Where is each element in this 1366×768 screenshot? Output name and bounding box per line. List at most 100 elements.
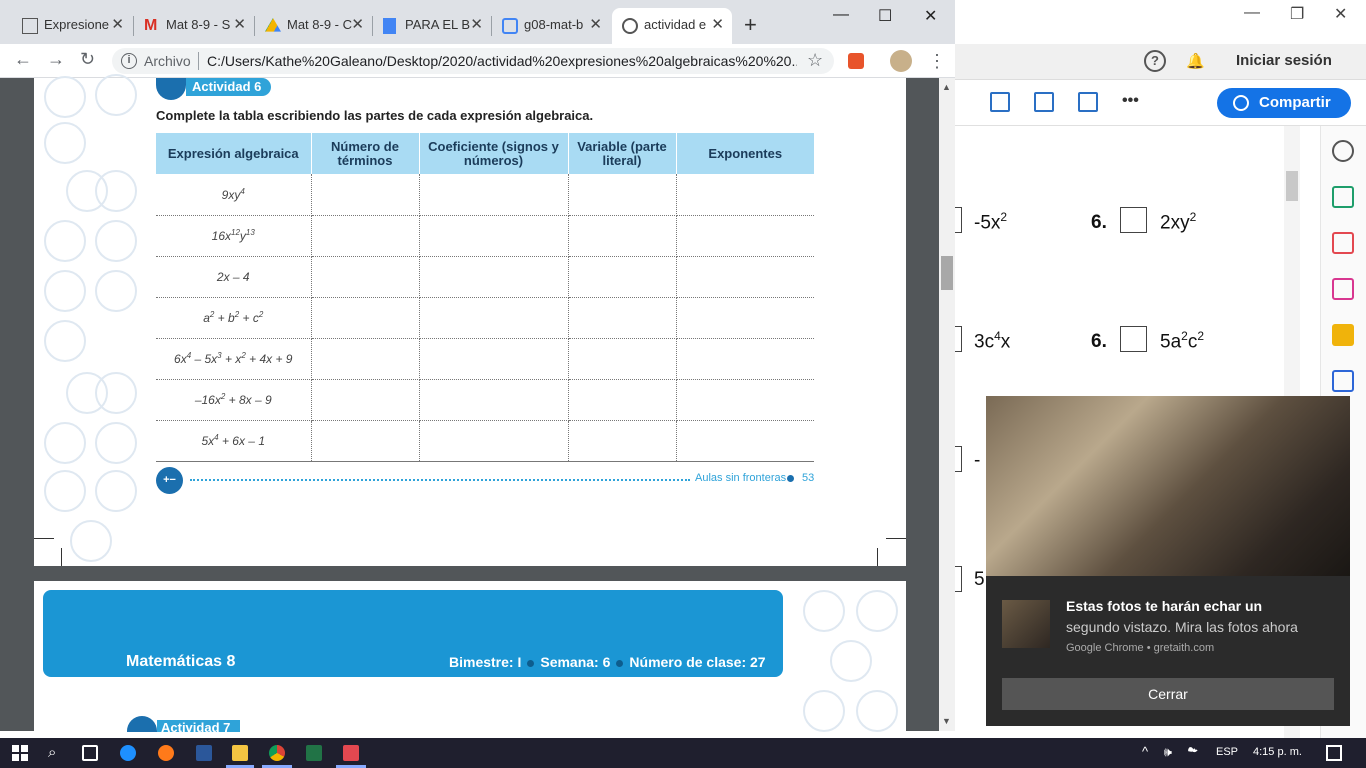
kebab-menu-icon[interactable]: ⋮ bbox=[928, 51, 946, 72]
answer-cell[interactable] bbox=[419, 256, 569, 298]
tab-actividad[interactable]: actividad e ✕ bbox=[612, 8, 732, 44]
export-pdf-icon[interactable] bbox=[1332, 186, 1354, 208]
answer-cell[interactable] bbox=[676, 297, 814, 339]
tab-docs[interactable]: PARA EL B ✕ bbox=[373, 8, 491, 44]
scroll-up-icon[interactable]: ▲ bbox=[942, 82, 951, 92]
word-icon[interactable] bbox=[196, 745, 212, 761]
bg-minimize-button[interactable]: — bbox=[1244, 4, 1260, 22]
answer-cell[interactable] bbox=[419, 215, 569, 257]
expression-cell: a2 + b2 + c2 bbox=[156, 297, 312, 339]
answer-cell[interactable] bbox=[676, 338, 814, 380]
answer-cell[interactable] bbox=[311, 379, 420, 421]
pdf-expression: -5x2 bbox=[974, 210, 1008, 234]
close-icon[interactable]: ✕ bbox=[470, 8, 483, 42]
create-pdf-icon[interactable] bbox=[1332, 232, 1354, 254]
answer-cell[interactable] bbox=[419, 338, 569, 380]
answer-cell[interactable] bbox=[676, 215, 814, 257]
language-indicator[interactable]: ESP bbox=[1216, 746, 1238, 758]
maximize-button[interactable]: ☐ bbox=[878, 6, 892, 26]
firefox-icon[interactable] bbox=[158, 745, 174, 761]
bookmark-star-icon[interactable]: ☆ bbox=[807, 50, 823, 71]
bg-close-button[interactable]: ✕ bbox=[1334, 4, 1347, 24]
checkbox[interactable] bbox=[954, 566, 962, 592]
fit-page-icon[interactable] bbox=[1034, 92, 1054, 112]
answer-cell[interactable] bbox=[311, 338, 420, 380]
checkbox[interactable] bbox=[954, 207, 962, 233]
comment-icon[interactable] bbox=[1332, 324, 1354, 346]
file-explorer-icon[interactable] bbox=[232, 745, 248, 761]
answer-cell[interactable] bbox=[568, 256, 677, 298]
edit-pdf-icon[interactable] bbox=[1332, 370, 1354, 392]
answer-cell[interactable] bbox=[311, 256, 420, 298]
windows-start-icon[interactable] bbox=[12, 745, 28, 761]
organize-pages-icon[interactable] bbox=[1332, 278, 1354, 300]
acrobat-icon[interactable] bbox=[343, 745, 359, 761]
notification-close-button[interactable]: Cerrar bbox=[1002, 678, 1334, 710]
close-icon[interactable]: ✕ bbox=[589, 8, 602, 42]
answer-cell[interactable] bbox=[568, 379, 677, 421]
answer-cell[interactable] bbox=[419, 174, 569, 216]
fit-width-icon[interactable] bbox=[990, 92, 1010, 112]
answer-cell[interactable] bbox=[311, 215, 420, 257]
answer-cell[interactable] bbox=[568, 420, 677, 462]
info-icon[interactable]: i bbox=[121, 53, 137, 69]
close-icon[interactable]: ✕ bbox=[711, 8, 724, 42]
checkbox[interactable] bbox=[954, 326, 962, 352]
tab-expresiones[interactable]: Expresione ✕ bbox=[12, 8, 132, 44]
profile-avatar[interactable] bbox=[890, 50, 912, 72]
answer-cell[interactable] bbox=[419, 420, 569, 462]
answer-cell[interactable] bbox=[419, 379, 569, 421]
search-icon[interactable]: ⌕ bbox=[48, 744, 56, 761]
tab-drive[interactable]: Mat 8-9 - C ✕ bbox=[255, 8, 372, 44]
zoom-icon[interactable] bbox=[1332, 140, 1354, 162]
close-window-button[interactable]: ✕ bbox=[924, 6, 937, 26]
more-options-icon[interactable]: ••• bbox=[1122, 92, 1139, 110]
clock[interactable]: 4:15 p. m. bbox=[1253, 746, 1302, 758]
minimize-button[interactable]: — bbox=[833, 6, 849, 24]
drive-icon bbox=[265, 18, 281, 32]
scroll-thumb[interactable] bbox=[941, 256, 953, 290]
action-center-icon[interactable] bbox=[1326, 745, 1342, 761]
scroll-down-icon[interactable]: ▼ bbox=[942, 716, 951, 726]
close-icon[interactable]: ✕ bbox=[111, 8, 124, 42]
answer-cell[interactable] bbox=[311, 297, 420, 339]
scroll-thumb[interactable] bbox=[1286, 171, 1298, 201]
bg-maximize-button[interactable]: ❐ bbox=[1290, 4, 1304, 24]
answer-cell[interactable] bbox=[676, 420, 814, 462]
answer-cell[interactable] bbox=[311, 420, 420, 462]
answer-cell[interactable] bbox=[568, 338, 677, 380]
fullscreen-icon[interactable] bbox=[1078, 92, 1098, 112]
answer-cell[interactable] bbox=[419, 297, 569, 339]
url-text[interactable]: C:/Users/Kathe%20Galeano/Desktop/2020/ac… bbox=[207, 53, 797, 69]
close-icon[interactable]: ✕ bbox=[233, 8, 246, 42]
checkbox[interactable] bbox=[954, 446, 962, 472]
answer-cell[interactable] bbox=[568, 215, 677, 257]
close-icon[interactable]: ✕ bbox=[351, 8, 364, 42]
answer-cell[interactable] bbox=[568, 174, 677, 216]
share-button[interactable]: Compartir bbox=[1217, 88, 1351, 118]
system-tray-icons[interactable]: ^ 🕪 ☁ bbox=[1142, 744, 1204, 760]
new-tab-button[interactable]: + bbox=[744, 12, 757, 38]
tab-gmail[interactable]: M Mat 8-9 - S ✕ bbox=[134, 8, 254, 44]
answer-cell[interactable] bbox=[568, 297, 677, 339]
answer-cell[interactable] bbox=[676, 379, 814, 421]
answer-cell[interactable] bbox=[676, 256, 814, 298]
forward-arrow-icon[interactable]: → bbox=[47, 49, 65, 70]
page-scrollbar[interactable]: ▲ ▼ bbox=[939, 78, 955, 731]
checkbox[interactable] bbox=[1120, 326, 1147, 352]
signin-link[interactable]: Iniciar sesión bbox=[1236, 52, 1332, 69]
back-arrow-icon[interactable]: ← bbox=[14, 49, 32, 70]
checkbox[interactable] bbox=[1120, 207, 1147, 233]
pdf-expression-partial: - bbox=[974, 450, 981, 471]
help-icon[interactable]: ? bbox=[1144, 50, 1166, 72]
task-view-icon[interactable] bbox=[82, 745, 98, 761]
extension-icon[interactable] bbox=[848, 53, 864, 69]
tab-classroom[interactable]: g08-mat-b ✕ bbox=[492, 8, 610, 44]
edge-icon[interactable] bbox=[120, 745, 136, 761]
answer-cell[interactable] bbox=[311, 174, 420, 216]
reload-icon[interactable]: ↻ bbox=[80, 49, 95, 70]
chrome-icon[interactable] bbox=[269, 745, 285, 761]
answer-cell[interactable] bbox=[676, 174, 814, 216]
excel-icon[interactable] bbox=[306, 745, 322, 761]
bell-icon[interactable]: 🔔 bbox=[1186, 52, 1205, 70]
